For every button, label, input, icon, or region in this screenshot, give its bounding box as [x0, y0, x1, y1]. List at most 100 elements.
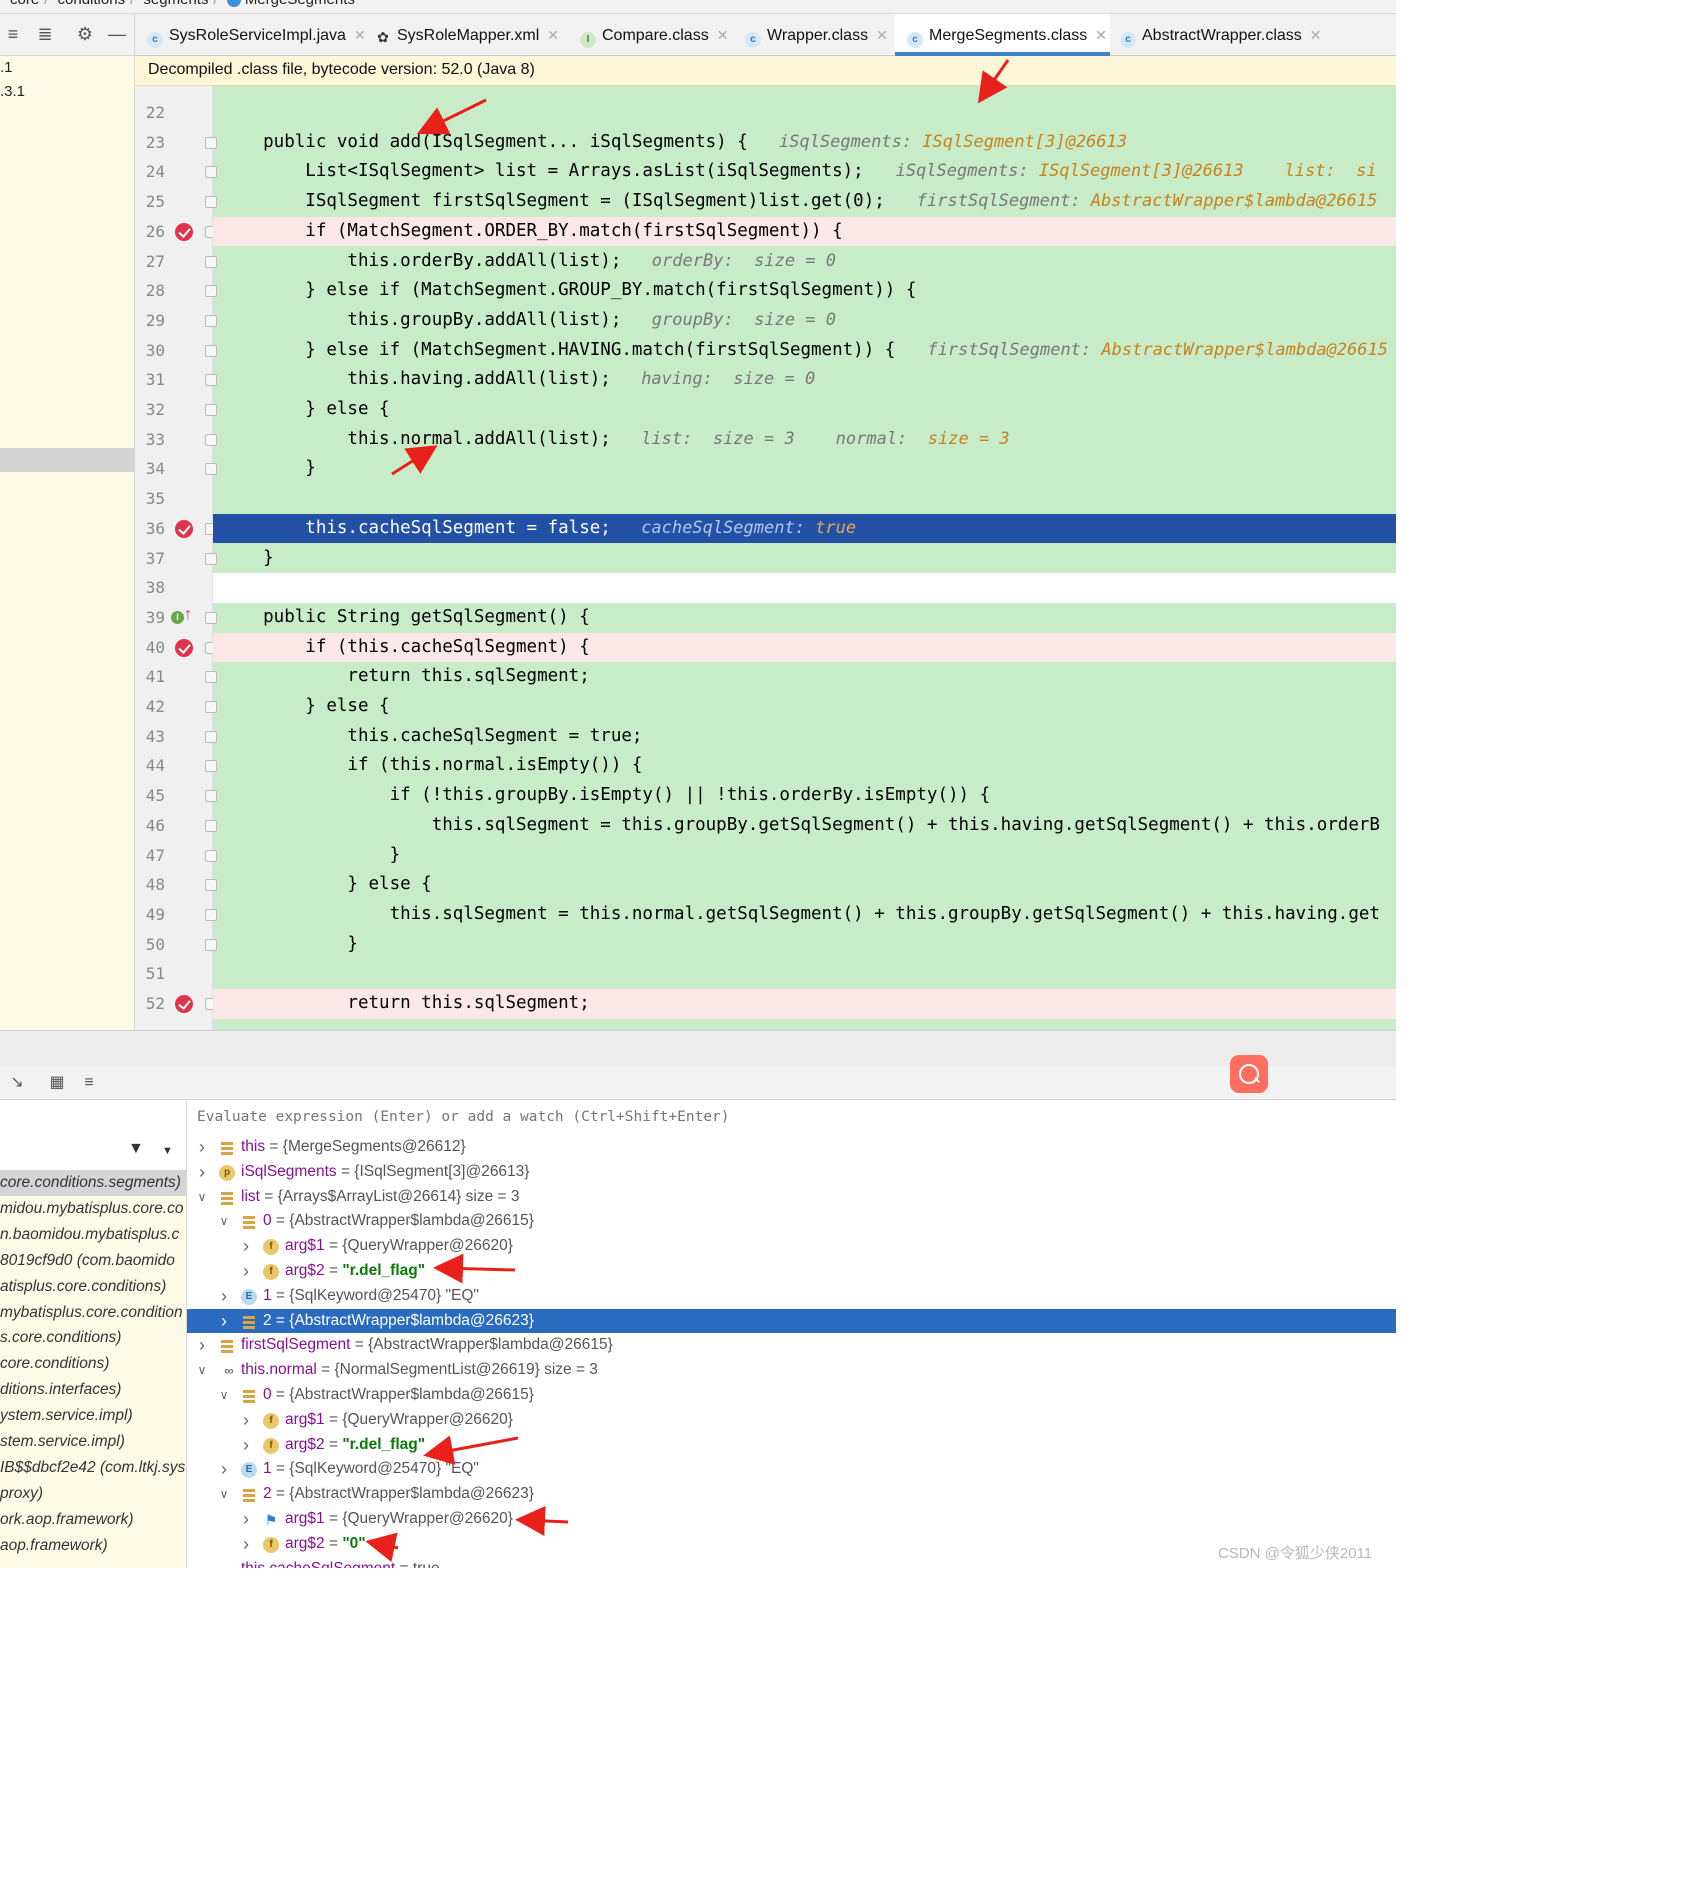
stack-frame[interactable]: ork.aop.framework) — [0, 1507, 186, 1533]
line-number[interactable]: 34 — [135, 454, 165, 484]
line-number[interactable]: 39 — [135, 603, 165, 633]
close-icon[interactable]: ✕ — [1095, 27, 1107, 43]
tree-item[interactable]: .3.1 — [0, 80, 25, 104]
stack-frame[interactable]: mybatisplus.core.condition — [0, 1300, 186, 1326]
variable-row[interactable]: ∨ 2 = {AbstractWrapper$lambda@26623} — [187, 1482, 1396, 1507]
variable-row[interactable]: › p iSqlSegments = {ISqlSegment[3]@26613} — [187, 1160, 1396, 1185]
chevron-right-icon[interactable]: › — [217, 1309, 231, 1334]
line-number[interactable]: 29 — [135, 306, 165, 336]
code-line[interactable]: } else { — [213, 692, 1396, 722]
breakpoint-icon[interactable] — [175, 519, 193, 538]
expand-all-icon[interactable]: ≡ — [2, 23, 24, 45]
variable-row[interactable]: › ⚑ arg$1 = {QueryWrapper@26620} — [187, 1507, 1396, 1532]
line-number[interactable]: 24 — [135, 157, 165, 187]
variable-row[interactable]: › 2 = {AbstractWrapper$lambda@26623} — [187, 1308, 1396, 1334]
stack-frame[interactable]: core.conditions.segments) — [0, 1170, 186, 1196]
variable-row[interactable]: › f arg$1 = {QueryWrapper@26620} — [187, 1408, 1396, 1433]
line-number[interactable]: 22 — [135, 98, 165, 128]
variable-row[interactable]: ∨ 0 = {AbstractWrapper$lambda@26615} — [187, 1209, 1396, 1234]
code-line[interactable]: public void add(ISqlSegment... iSqlSegme… — [213, 128, 1396, 158]
stack-frame[interactable]: midou.mybatisplus.core.co — [0, 1196, 186, 1222]
code-area[interactable]: public void add(ISqlSegment... iSqlSegme… — [213, 86, 1396, 1030]
variable-row[interactable]: › f arg$2 = "r.del_flag" — [187, 1433, 1396, 1458]
line-number[interactable]: 50 — [135, 930, 165, 960]
stack-frame[interactable]: core.conditions) — [0, 1351, 186, 1377]
editor-gutter[interactable]: 22 23 24 25 26 27 28 29 30 31 32 33 34 35 36 37 38 39 I ↑ 40… — [135, 86, 217, 1030]
code-line[interactable]: if (MatchSegment.ORDER_BY.match(firstSql… — [213, 216, 1396, 247]
stack-frame[interactable]: aop.framework) — [0, 1533, 186, 1559]
code-line[interactable]: } — [213, 544, 1396, 574]
close-icon[interactable]: ✕ — [547, 27, 559, 43]
code-line[interactable] — [213, 959, 1396, 989]
chevron-down-icon[interactable]: ▼ — [162, 1145, 173, 1157]
code-line[interactable]: List<ISqlSegment> list = Arrays.asList(i… — [213, 157, 1396, 187]
line-number[interactable]: 31 — [135, 365, 165, 395]
minimize-icon[interactable]: — — [106, 23, 128, 45]
code-line[interactable]: this.sqlSegment = this.normal.getSqlSegm… — [213, 900, 1396, 930]
chevron-right-icon[interactable]: › — [239, 1532, 253, 1557]
tab-wrapper[interactable]: c Wrapper.class ✕ — [745, 14, 888, 56]
breadcrumb-item[interactable]: core — [10, 0, 39, 8]
code-line[interactable]: return this.sqlSegment; — [213, 662, 1396, 692]
stack-frame[interactable]: stem.service.impl) — [0, 1429, 186, 1455]
chevron-down-icon[interactable]: ∨ — [217, 1383, 231, 1408]
chevron-right-icon[interactable]: › — [239, 1259, 253, 1284]
code-editor[interactable]: 22 23 24 25 26 27 28 29 30 31 32 33 34 35 36 37 38 39 I ↑ 40… — [135, 86, 1396, 1030]
breakpoint-icon[interactable] — [175, 638, 193, 657]
breadcrumb-item[interactable]: segments — [143, 0, 208, 8]
collapse-all-icon[interactable]: ≣ — [34, 23, 56, 45]
chevron-right-icon[interactable]: › — [217, 1457, 231, 1482]
code-line[interactable]: } else { — [213, 870, 1396, 900]
breadcrumb-item[interactable]: MergeSegments — [245, 0, 355, 8]
evaluate-table-icon[interactable]: ▦ — [46, 1072, 68, 1094]
tree-item[interactable]: .1 — [0, 56, 13, 80]
chevron-right-icon[interactable]: › — [239, 1234, 253, 1259]
line-number[interactable]: 36 — [135, 514, 165, 544]
code-line[interactable]: this.normal.addAll(list); list: size = 3 … — [213, 425, 1396, 455]
tab-sysroleserviceimpl[interactable]: c SysRoleServiceImpl.java ✕ — [147, 14, 366, 56]
line-number[interactable]: 35 — [135, 484, 165, 514]
variable-row[interactable]: › E 1 = {SqlKeyword@25470} "EQ" — [187, 1284, 1396, 1309]
variable-row[interactable]: › firstSqlSegment = {AbstractWrapper$lamb… — [187, 1333, 1396, 1358]
variable-row[interactable]: ∞this.cacheSqlSegment = true — [187, 1557, 1396, 1568]
code-line[interactable]: this.cacheSqlSegment = false; cacheSqlSeg… — [213, 513, 1396, 544]
variable-row[interactable]: ∨ list = {Arrays$ArrayList@26614} size = … — [187, 1185, 1396, 1210]
code-line[interactable]: } else if (MatchSegment.GROUP_BY.match(f… — [213, 276, 1396, 306]
chevron-right-icon[interactable]: › — [195, 1160, 209, 1185]
tab-abstractwrapper[interactable]: c AbstractWrapper.class ✕ — [1120, 14, 1322, 56]
breadcrumb-item[interactable]: conditions — [58, 0, 126, 8]
implements-icon[interactable]: I — [171, 610, 184, 624]
variable-row[interactable]: › f arg$2 = "r.del_flag" — [187, 1259, 1396, 1284]
line-number[interactable]: 48 — [135, 870, 165, 900]
code-line[interactable]: this.sqlSegment = this.groupBy.getSqlSeg… — [213, 811, 1396, 841]
code-line[interactable]: } — [213, 841, 1396, 871]
code-line[interactable] — [213, 98, 1396, 128]
line-number[interactable]: 32 — [135, 395, 165, 425]
chevron-right-icon[interactable]: › — [239, 1433, 253, 1458]
stack-frame[interactable]: proxy) — [0, 1481, 186, 1507]
variable-row[interactable]: › this = {MergeSegments@26612} — [187, 1135, 1396, 1160]
variable-row[interactable]: ∨ 0 = {AbstractWrapper$lambda@26615} — [187, 1383, 1396, 1408]
line-number[interactable]: 42 — [135, 692, 165, 722]
code-line[interactable]: public String getSqlSegment() { — [213, 603, 1396, 633]
code-line[interactable]: } else { — [213, 395, 1396, 425]
close-icon[interactable]: ✕ — [717, 27, 729, 43]
stack-frame[interactable]: atisplus.core.conditions) — [0, 1274, 186, 1300]
tab-sysrolemapper[interactable]: ✿ SysRoleMapper.xml ✕ — [375, 14, 559, 56]
line-number[interactable]: 23 — [135, 128, 165, 158]
line-number[interactable]: 40 — [135, 633, 165, 663]
line-number[interactable]: 38 — [135, 573, 165, 603]
line-number[interactable]: 51 — [135, 959, 165, 989]
close-icon[interactable]: ✕ — [354, 27, 366, 43]
tab-compare[interactable]: I Compare.class ✕ — [580, 14, 728, 56]
code-line[interactable]: if (!this.groupBy.isEmpty() || !this.ord… — [213, 781, 1396, 811]
trace-icon[interactable]: ≡ — [78, 1072, 100, 1094]
line-number[interactable]: 37 — [135, 544, 165, 574]
line-number[interactable]: 47 — [135, 841, 165, 871]
line-number[interactable]: 46 — [135, 811, 165, 841]
code-line[interactable]: } else if (MatchSegment.HAVING.match(fir… — [213, 336, 1396, 366]
line-number[interactable]: 26 — [135, 217, 165, 247]
line-number[interactable]: 30 — [135, 336, 165, 366]
chevron-down-icon[interactable]: ∨ — [195, 1185, 209, 1210]
line-number[interactable]: 43 — [135, 722, 165, 752]
